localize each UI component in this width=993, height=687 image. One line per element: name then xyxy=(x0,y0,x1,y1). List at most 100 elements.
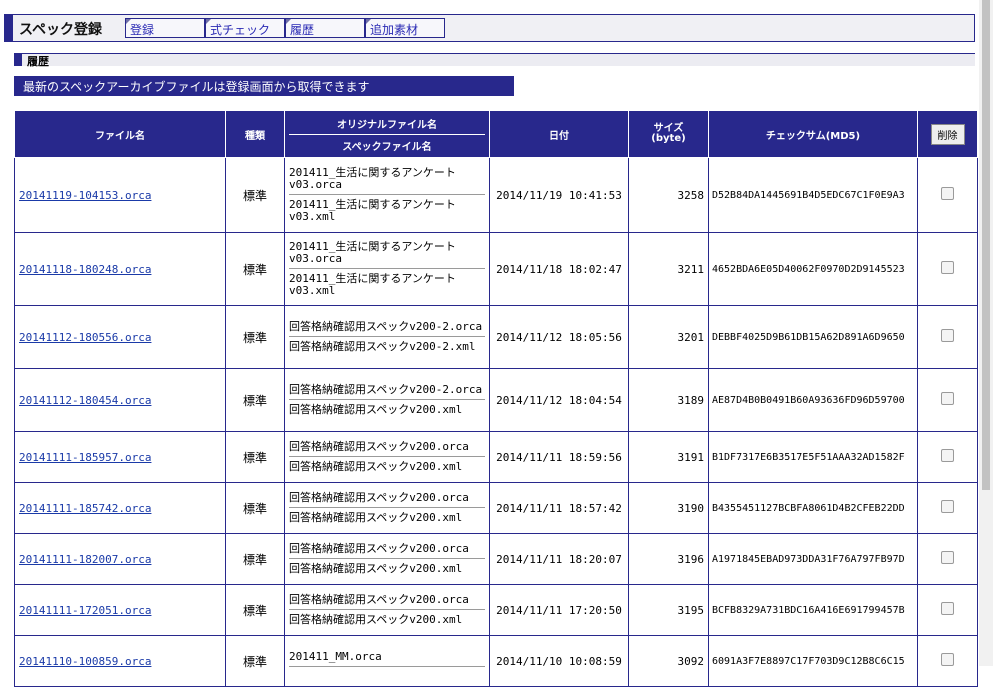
type-cell: 標準 xyxy=(225,584,285,636)
scrollbar-thumb[interactable] xyxy=(982,0,990,490)
size-cell: 3196 xyxy=(628,533,709,585)
original-filename: 回答格納確認用スペックv200.orca xyxy=(289,492,485,508)
file-link[interactable]: 20141111-182007.orca xyxy=(15,553,151,566)
delete-checkbox[interactable] xyxy=(941,187,954,200)
delete-cell xyxy=(917,482,978,534)
checksum-cell: 4652BDA6E05D40062F0970D2D9145523 xyxy=(708,232,918,306)
size-cell: 3195 xyxy=(628,584,709,636)
checksum-cell: AE87D4B0B0491B60A93636FD96D59700 xyxy=(708,368,918,432)
delete-checkbox[interactable] xyxy=(941,329,954,342)
header-accent-bar xyxy=(5,15,13,41)
delete-cell xyxy=(917,635,978,687)
page-header: スペック登録 登録 式チェック 履歴 追加素材 xyxy=(4,14,975,42)
date-cell: 2014/11/10 10:08:59 xyxy=(489,635,629,687)
table-row: 20141118-180248.orca 標準 201411_生活に関するアンケート… xyxy=(14,232,978,306)
date-cell: 2014/11/18 18:02:47 xyxy=(489,232,629,306)
page-title: スペック登録 xyxy=(19,22,103,38)
names-cell: 回答格納確認用スペックv200.orca 回答格納確認用スペックv200.xml xyxy=(284,533,490,585)
size-cell: 3189 xyxy=(628,368,709,432)
checksum-cell: 6091A3F7E8897C17F703D9C12B8C6C15 xyxy=(708,635,918,687)
file-link[interactable]: 20141112-180454.orca xyxy=(15,394,151,407)
col-spec-name: スペックファイル名 xyxy=(342,141,432,153)
section-title: 履歴 xyxy=(27,55,49,68)
original-filename: 回答格納確認用スペックv200.orca xyxy=(289,441,485,457)
table-row: 20141110-100859.orca 標準 201411_MM.orca 2014… xyxy=(14,635,978,687)
spec-filename: 回答格納確認用スペックv200.xml xyxy=(289,613,463,626)
vertical-scrollbar[interactable] xyxy=(979,0,993,666)
size-cell: 3190 xyxy=(628,482,709,534)
size-cell: 3258 xyxy=(628,157,709,233)
col-size-unit: (byte) xyxy=(651,133,686,144)
size-cell: 3211 xyxy=(628,232,709,306)
file-cell: 20141111-182007.orca xyxy=(14,533,226,585)
delete-checkbox[interactable] xyxy=(941,500,954,513)
history-table: ファイル名 種類 オリジナルファイル名 スペックファイル名 日付 サイズ (by… xyxy=(14,110,978,687)
type-cell: 標準 xyxy=(225,533,285,585)
table-row: 20141111-185957.orca 標準 回答格納確認用スペックv200.or… xyxy=(14,431,978,483)
type-cell: 標準 xyxy=(225,232,285,306)
file-link[interactable]: 20141119-104153.orca xyxy=(15,189,151,202)
size-cell: 3191 xyxy=(628,431,709,483)
delete-cell xyxy=(917,305,978,369)
tab-register[interactable]: 登録 xyxy=(125,18,205,38)
tab-history[interactable]: 履歴 xyxy=(285,18,365,38)
delete-checkbox[interactable] xyxy=(941,261,954,274)
delete-checkbox[interactable] xyxy=(941,602,954,615)
delete-checkbox[interactable] xyxy=(941,392,954,405)
delete-cell xyxy=(917,368,978,432)
type-cell: 標準 xyxy=(225,482,285,534)
date-cell: 2014/11/11 18:20:07 xyxy=(489,533,629,585)
checksum-cell: A1971845EBAD973DDA31F76A797FB97D xyxy=(708,533,918,585)
spec-filename: 回答格納確認用スペックv200.xml xyxy=(289,511,463,524)
file-link[interactable]: 20141112-180556.orca xyxy=(15,331,151,344)
delete-checkbox[interactable] xyxy=(941,551,954,564)
spec-filename: 201411_生活に関するアンケートv03.xml xyxy=(289,272,456,297)
date-cell: 2014/11/12 18:05:56 xyxy=(489,305,629,369)
original-filename: 回答格納確認用スペックv200.orca xyxy=(289,543,485,559)
names-cell: 回答格納確認用スペックv200-2.orca 回答格納確認用スペックv200.xm… xyxy=(284,368,490,432)
col-delete: 削除 xyxy=(917,110,978,158)
names-cell: 回答格納確認用スペックv200.orca 回答格納確認用スペックv200.xml xyxy=(284,431,490,483)
date-cell: 2014/11/12 18:04:54 xyxy=(489,368,629,432)
original-filename: 回答格納確認用スペックv200-2.orca xyxy=(289,384,485,400)
delete-button[interactable]: 削除 xyxy=(930,123,965,145)
original-filename: 201411_生活に関するアンケートv03.orca xyxy=(289,241,485,269)
type-cell: 標準 xyxy=(225,635,285,687)
spec-filename: 201411_生活に関するアンケートv03.xml xyxy=(289,198,456,223)
delete-cell xyxy=(917,533,978,585)
col-checksum: チェックサム(MD5) xyxy=(708,110,918,158)
delete-cell xyxy=(917,157,978,233)
col-date: 日付 xyxy=(489,110,629,158)
file-cell: 20141112-180454.orca xyxy=(14,368,226,432)
names-cell: 回答格納確認用スペックv200.orca 回答格納確認用スペックv200.xml xyxy=(284,482,490,534)
col-filename: ファイル名 xyxy=(14,110,226,158)
tab-additional-material[interactable]: 追加素材 xyxy=(365,18,445,38)
delete-checkbox[interactable] xyxy=(941,653,954,666)
type-cell: 標準 xyxy=(225,431,285,483)
names-cell: 201411_MM.orca xyxy=(284,635,490,687)
col-original-name: オリジナルファイル名 xyxy=(289,116,485,135)
file-cell: 20141111-185742.orca xyxy=(14,482,226,534)
original-filename: 201411_生活に関するアンケートv03.orca xyxy=(289,167,485,195)
checksum-cell: D52B84DA1445691B4D5EDC67C1F0E9A3 xyxy=(708,157,918,233)
date-cell: 2014/11/19 10:41:53 xyxy=(489,157,629,233)
type-cell: 標準 xyxy=(225,368,285,432)
tab-formula-check[interactable]: 式チェック xyxy=(205,18,285,38)
file-link[interactable]: 20141111-172051.orca xyxy=(15,604,151,617)
delete-checkbox[interactable] xyxy=(941,449,954,462)
delete-cell xyxy=(917,232,978,306)
table-row: 20141112-180454.orca 標準 回答格納確認用スペックv200-2.… xyxy=(14,368,978,432)
file-link[interactable]: 20141111-185742.orca xyxy=(15,502,151,515)
table-row: 20141111-182007.orca 標準 回答格納確認用スペックv200.or… xyxy=(14,533,978,585)
file-link[interactable]: 20141111-185957.orca xyxy=(15,451,151,464)
spec-filename: 回答格納確認用スペックv200.xml xyxy=(289,460,463,473)
file-link[interactable]: 20141118-180248.orca xyxy=(15,263,151,276)
size-cell: 3201 xyxy=(628,305,709,369)
spec-filename: 回答格納確認用スペックv200.xml xyxy=(289,403,463,416)
col-file-names: オリジナルファイル名 スペックファイル名 xyxy=(284,110,490,158)
section-heading: 履歴 xyxy=(14,53,975,68)
file-cell: 20141118-180248.orca xyxy=(14,232,226,306)
table-row: 20141119-104153.orca 標準 201411_生活に関するアンケート… xyxy=(14,157,978,233)
names-cell: 201411_生活に関するアンケートv03.orca 201411_生活に関するア… xyxy=(284,157,490,233)
names-cell: 回答格納確認用スペックv200-2.orca 回答格納確認用スペックv200-2.… xyxy=(284,305,490,369)
